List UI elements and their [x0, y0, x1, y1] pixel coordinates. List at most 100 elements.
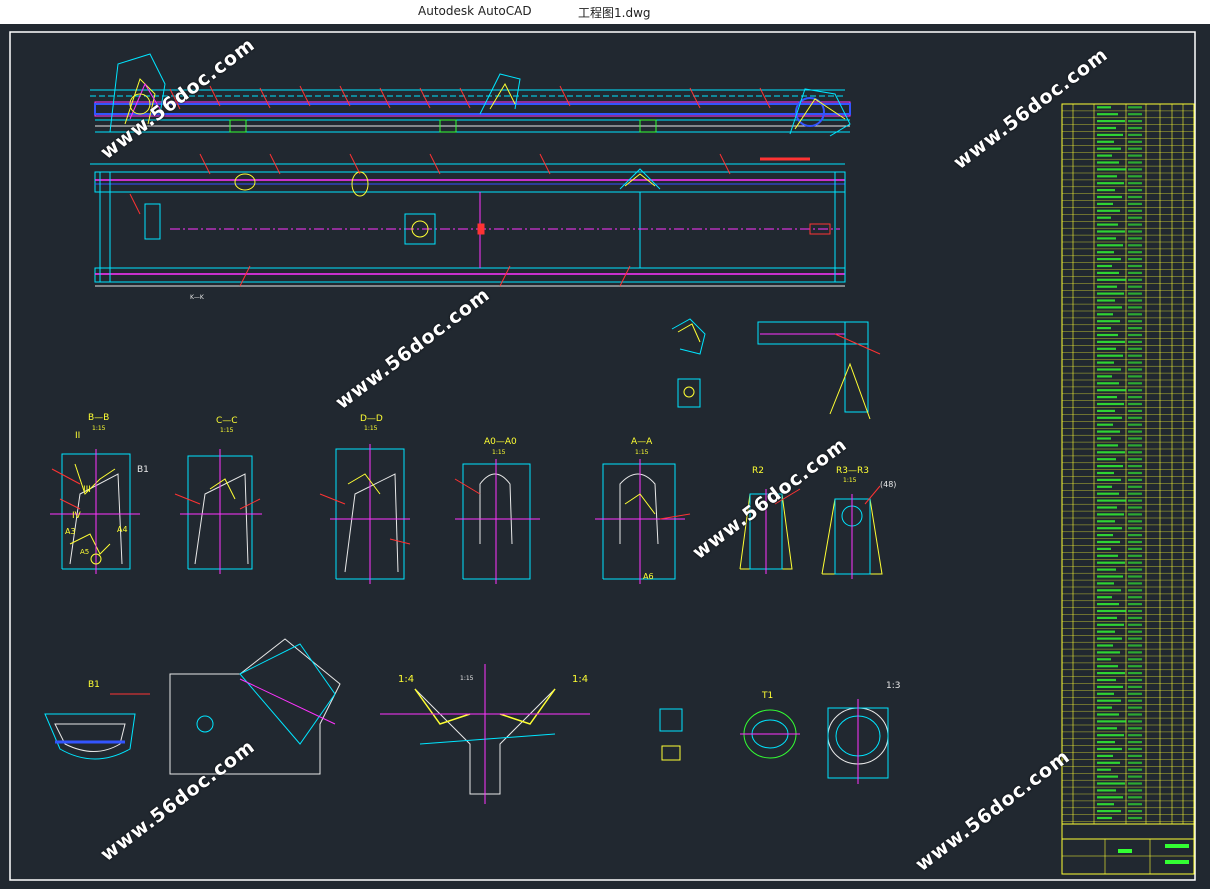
- bom-cell-mark: [1128, 768, 1142, 771]
- bom-cell-mark: [1097, 175, 1117, 178]
- bom-cell-mark: [1128, 554, 1142, 557]
- bom-cell-mark: [1097, 789, 1116, 792]
- section-d-d-scale: 1:15: [364, 425, 378, 432]
- bom-cell-mark: [1097, 278, 1126, 281]
- bom-cell-mark: [1097, 223, 1118, 226]
- bom-cell-mark: [1097, 258, 1121, 261]
- bom-cell-mark: [1128, 596, 1142, 599]
- bom-cell-mark: [1128, 713, 1142, 716]
- bom-cell-mark: [1128, 416, 1142, 419]
- bom-cell-mark: [1128, 396, 1142, 399]
- bom-cell-mark: [1128, 734, 1142, 737]
- bom-cell-mark: [1128, 126, 1142, 130]
- bom-cell-mark: [1128, 609, 1142, 613]
- bom-cell-mark: [1128, 747, 1142, 751]
- bom-cell-mark: [1097, 761, 1120, 764]
- bom-cell-mark: [1128, 478, 1142, 481]
- section-r3-r3-title: R3—R3: [836, 466, 869, 476]
- bom-cell-mark: [1128, 782, 1142, 785]
- bom-cell-mark: [1097, 816, 1112, 820]
- bom-cell-mark: [1097, 451, 1125, 454]
- bom-cell-mark: [1128, 382, 1142, 385]
- bom-cell-mark: [1097, 264, 1112, 268]
- bom-cell-mark: [1128, 727, 1142, 730]
- bom-rows: [1062, 106, 1194, 822]
- bom-cell-mark: [1097, 416, 1122, 419]
- bom-cell-mark: [1128, 361, 1142, 364]
- v-detail-ratio-right: 1:4: [572, 674, 588, 685]
- bom-cell-mark: [1128, 402, 1142, 406]
- bom-cell-mark: [1128, 796, 1142, 799]
- bom-cell-mark: [1097, 540, 1120, 544]
- bom-cell-mark: [1097, 409, 1115, 412]
- bom-cell-mark: [1097, 106, 1111, 109]
- cad-drawing[interactable]: K—K B—B 1:15 B1 C—C 1:15 D—D 1:15 A0—A0 …: [0, 24, 1210, 889]
- bom-cell-mark: [1097, 354, 1123, 357]
- bom-cell-mark: [1128, 630, 1142, 633]
- drawing-canvas[interactable]: K—K B—B 1:15 B1 C—C 1:15 D—D 1:15 A0—A0 …: [0, 24, 1210, 889]
- bom-cell-mark: [1097, 796, 1123, 799]
- bom-cell-mark: [1128, 540, 1142, 544]
- bom-cell-mark: [1128, 706, 1142, 709]
- bom-cell-mark: [1097, 230, 1125, 233]
- bom-cell-mark: [1128, 534, 1142, 537]
- bom-cell-mark: [1097, 299, 1115, 302]
- bottom-detail-views: [44, 638, 889, 804]
- bom-cell-mark: [1128, 251, 1142, 254]
- bill-of-materials-table[interactable]: [1061, 103, 1195, 875]
- bom-cell-mark: [1128, 471, 1142, 475]
- section-d-d-title: D—D: [360, 414, 383, 424]
- bom-cell-mark: [1097, 133, 1123, 136]
- bom-cell-mark: [1097, 347, 1116, 350]
- bom-cell-mark: [1097, 499, 1126, 502]
- bom-cell-mark: [1097, 741, 1115, 744]
- bom-cell-mark: [1128, 513, 1142, 516]
- bom-cell-mark: [1097, 368, 1121, 371]
- main-frame-view: [90, 157, 846, 287]
- bom-cell-mark: [1128, 492, 1142, 495]
- bom-cell-mark: [1128, 244, 1142, 247]
- bom-cell-mark: [1128, 285, 1142, 288]
- bom-cell-mark: [1128, 561, 1142, 564]
- top-view-leaders: [169, 85, 771, 110]
- bom-cell-mark: [1097, 527, 1122, 530]
- bom-cell-mark: [1097, 402, 1124, 406]
- bom-cell-mark: [1097, 810, 1121, 813]
- section-a-a-title: A—A: [631, 437, 653, 447]
- a4-marker: A4: [117, 525, 128, 534]
- bom-cell-mark: [1097, 520, 1115, 523]
- bom-cell-mark: [1097, 120, 1125, 123]
- bom-cell-mark: [1097, 734, 1124, 737]
- bom-cell-mark: [1128, 616, 1142, 619]
- app-title: Autodesk AutoCAD: [418, 4, 532, 18]
- bom-cell-mark: [1097, 126, 1116, 130]
- bom-cell-mark: [1097, 616, 1117, 619]
- bom-cell-mark: [1097, 333, 1118, 337]
- bom-cell-mark: [1097, 506, 1117, 509]
- bom-cell-mark: [1128, 678, 1142, 682]
- bom-cell-mark: [1128, 154, 1142, 157]
- bom-cell-mark: [1097, 665, 1118, 668]
- bom-cell-mark: [1128, 209, 1142, 212]
- bom-cell-mark: [1128, 147, 1142, 150]
- bom-cell-mark: [1097, 554, 1118, 557]
- bom-cell-mark: [1128, 568, 1142, 571]
- bom-cell-mark: [1128, 547, 1142, 550]
- bom-cell-mark: [1097, 547, 1111, 550]
- v-detail-ratio-left: 1:4: [398, 674, 414, 685]
- bom-cell-mark: [1097, 140, 1114, 143]
- bom-cell-mark: [1097, 685, 1123, 688]
- a5-marker: A5: [80, 548, 89, 556]
- bom-cell-mark: [1097, 437, 1111, 440]
- bom-cell-mark: [1128, 140, 1142, 143]
- bom-cell-mark: [1097, 161, 1119, 164]
- bom-cell-mark: [1128, 444, 1142, 447]
- bom-cell-mark: [1097, 727, 1117, 730]
- bom-cell-mark: [1128, 775, 1142, 778]
- bom-cell-mark: [1128, 665, 1142, 668]
- bom-cell-mark: [1097, 430, 1120, 433]
- bom-cell-mark: [1128, 651, 1142, 654]
- t1-view-title: T1: [761, 691, 773, 701]
- file-name-tab[interactable]: 工程图1.dwg: [578, 4, 651, 21]
- bom-cell-mark: [1128, 692, 1142, 695]
